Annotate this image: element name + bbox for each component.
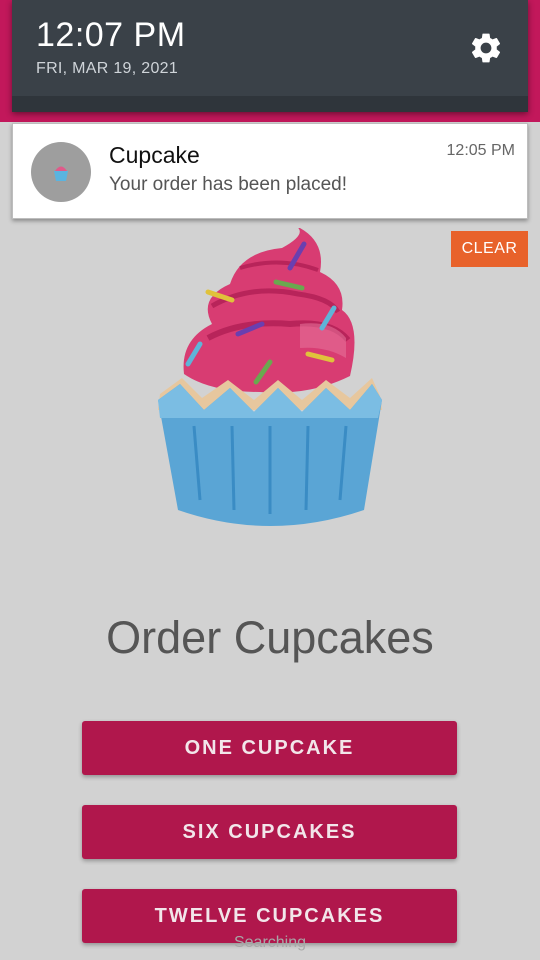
shade-handle[interactable] bbox=[12, 96, 528, 112]
toast-message: Searching bbox=[233, 934, 307, 951]
cupcake-illustration bbox=[150, 226, 390, 538]
shade-clock: 12:07 PM bbox=[36, 16, 186, 54]
six-cupcakes-button[interactable]: SIX CUPCAKES bbox=[82, 805, 457, 859]
notification-card[interactable]: Cupcake Your order has been placed! 12:0… bbox=[12, 123, 528, 219]
gear-icon[interactable] bbox=[468, 30, 504, 66]
notification-message: Your order has been placed! bbox=[109, 174, 348, 195]
shade-date: FRI, MAR 19, 2021 bbox=[36, 60, 179, 77]
cupcake-icon bbox=[31, 142, 91, 202]
clear-button[interactable]: CLEAR bbox=[451, 231, 528, 267]
one-cupcake-button[interactable]: ONE CUPCAKE bbox=[82, 721, 457, 775]
notification-time: 12:05 PM bbox=[446, 142, 515, 159]
notification-title: Cupcake bbox=[109, 142, 200, 168]
page-title: Order Cupcakes bbox=[106, 612, 434, 663]
notification-shade: 12:07 PM FRI, MAR 19, 2021 bbox=[12, 0, 528, 112]
